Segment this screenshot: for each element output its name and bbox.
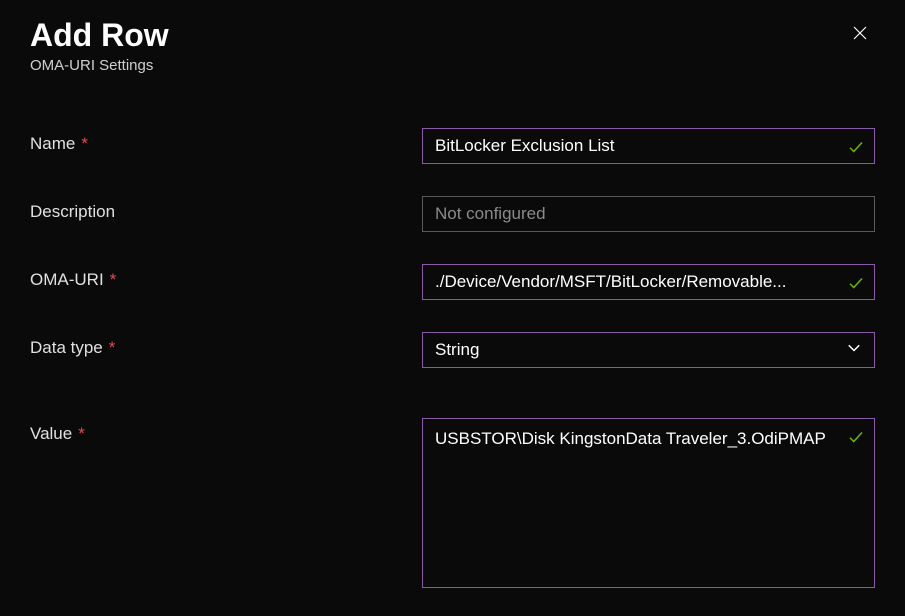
required-indicator: * [109,338,116,358]
row-omauri: OMA-URI * [30,264,875,300]
row-datatype: Data type * String [30,332,875,368]
required-indicator: * [110,270,117,290]
row-name: Name * [30,128,875,164]
dialog-subtitle: OMA-URI Settings [30,57,169,74]
required-indicator: * [81,134,88,154]
name-input[interactable] [422,128,875,164]
description-input[interactable] [422,196,875,232]
label-omauri-text: OMA-URI [30,270,104,290]
close-button[interactable] [845,18,875,51]
value-textarea[interactable] [422,418,875,588]
label-description-text: Description [30,202,115,222]
row-description: Description [30,196,875,232]
label-datatype-text: Data type [30,338,103,358]
label-name: Name * [30,128,422,154]
label-datatype: Data type * [30,332,422,358]
close-icon [851,24,869,45]
dialog-title: Add Row [30,18,169,53]
form: Name * Description OMA- [30,128,875,588]
datatype-select[interactable]: String [422,332,875,368]
required-indicator: * [78,424,85,444]
label-omauri: OMA-URI * [30,264,422,290]
label-name-text: Name [30,134,75,154]
omauri-input[interactable] [422,264,875,300]
label-value: Value * [30,418,422,444]
row-value: Value * [30,418,875,588]
label-description: Description [30,196,422,222]
label-value-text: Value [30,424,72,444]
